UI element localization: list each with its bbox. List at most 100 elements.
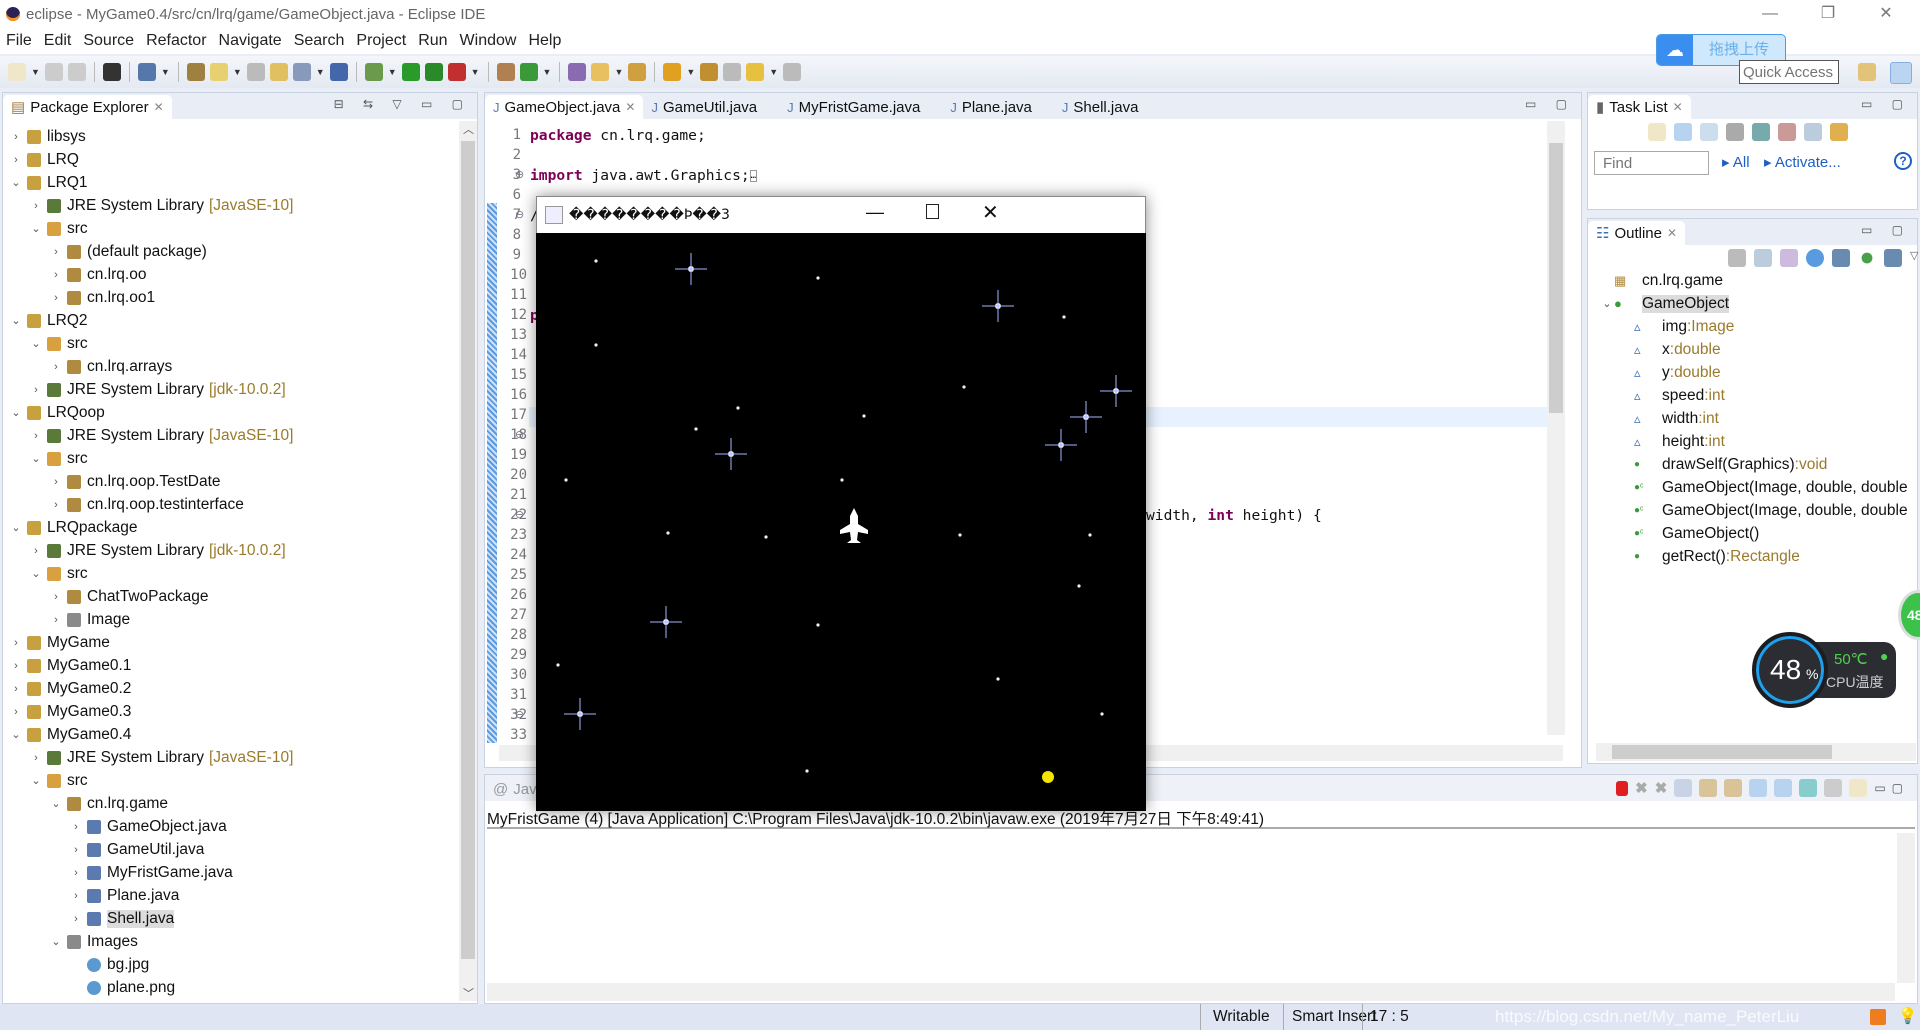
chevron-right-icon[interactable]: › xyxy=(29,384,43,396)
tree-item[interactable]: › MyGame xyxy=(9,631,110,654)
tree-item[interactable]: › Shell.java xyxy=(69,907,175,930)
outline-horizontal-scrollbar[interactable] xyxy=(1596,743,1916,761)
show-whitespace-icon[interactable] xyxy=(292,63,311,81)
rss-icon[interactable] xyxy=(1870,1009,1886,1025)
menu-navigate[interactable]: Navigate xyxy=(219,32,282,50)
tab-shell[interactable]: J Shell.java xyxy=(1054,95,1147,119)
dropdown-arrow-icon[interactable]: ▼ xyxy=(686,67,695,77)
view-menu-icon[interactable]: ▽ xyxy=(1910,249,1918,267)
tree-item[interactable]: › ChatTwoPackage xyxy=(49,585,208,608)
outline-item[interactable]: ▵ width : int xyxy=(1634,407,1719,430)
chevron-down-icon[interactable]: ⌄ xyxy=(49,797,63,810)
menu-run[interactable]: Run xyxy=(418,32,447,50)
tree-item[interactable]: ⌄ src xyxy=(29,562,87,585)
close-tab-icon[interactable]: ✕ xyxy=(154,100,164,114)
toggle-block-selection-icon[interactable] xyxy=(246,63,265,81)
chevron-down-icon[interactable]: ⌄ xyxy=(1600,297,1614,310)
dropdown-arrow-icon[interactable]: ▼ xyxy=(316,67,325,77)
tree-item[interactable]: › (default package) xyxy=(49,240,207,263)
tab-myfristgame[interactable]: J MyFristGame.java xyxy=(779,95,928,119)
chevron-right-icon[interactable]: › xyxy=(49,591,63,603)
focus-icon[interactable] xyxy=(1726,123,1744,141)
chevron-down-icon[interactable]: ⌄ xyxy=(29,452,43,465)
chevron-right-icon[interactable]: › xyxy=(49,499,63,511)
tree-item[interactable]: › JRE System Library [jdk-10.0.2] xyxy=(29,378,285,401)
coverage-icon[interactable] xyxy=(424,63,443,81)
tree-item[interactable]: plane.png xyxy=(69,976,175,999)
tree-item[interactable]: › MyGame0.3 xyxy=(9,700,131,723)
lightbulb-icon[interactable]: 💡 xyxy=(1898,1007,1917,1026)
dropdown-arrow-icon[interactable]: ▼ xyxy=(388,67,397,77)
editor-minimize-maximize-icon[interactable]: ▭ ▢ xyxy=(1525,97,1575,111)
editor-vertical-scrollbar[interactable] xyxy=(1547,121,1565,735)
chevron-right-icon[interactable]: › xyxy=(69,890,83,902)
tree-item[interactable]: › JRE System Library [JavaSE-10] xyxy=(29,746,293,769)
scheduled-icon[interactable] xyxy=(1700,123,1718,141)
collapse-fold-icon[interactable]: ⊖ xyxy=(515,508,524,521)
java-perspective-icon[interactable] xyxy=(1890,62,1912,84)
tab-plane[interactable]: J Plane.java xyxy=(942,95,1040,119)
chevron-right-icon[interactable]: › xyxy=(9,683,23,695)
new-task-icon[interactable] xyxy=(1648,123,1666,141)
chevron-down-icon[interactable]: ⌄ xyxy=(9,728,23,741)
game-minimize-button[interactable]: — xyxy=(866,202,884,223)
dropdown-arrow-icon[interactable]: ▼ xyxy=(614,67,623,77)
menu-help[interactable]: Help xyxy=(528,32,561,50)
hide-fields-icon[interactable] xyxy=(1806,249,1824,267)
chevron-right-icon[interactable]: › xyxy=(69,913,83,925)
tree-item[interactable]: › libsys xyxy=(9,125,86,148)
tab-task-list[interactable]: ▮ Task List ✕ xyxy=(1588,95,1691,119)
close-button[interactable]: ✕ xyxy=(1866,2,1906,26)
open-perspective-icon[interactable] xyxy=(1858,63,1876,81)
menu-project[interactable]: Project xyxy=(356,32,406,50)
outline-item[interactable]: ▵ x : double xyxy=(1634,338,1721,361)
chevron-right-icon[interactable]: › xyxy=(49,614,63,626)
chevron-down-icon[interactable]: ⌄ xyxy=(9,176,23,189)
synchronize-icon[interactable] xyxy=(1830,123,1848,141)
hide-static-icon[interactable] xyxy=(1832,249,1850,267)
tree-item[interactable]: ⌄ cn.lrq.game xyxy=(49,792,168,815)
collapse-fold-icon[interactable]: ⊖ xyxy=(515,208,524,221)
console-minimize-maximize-icon[interactable]: ▭▢ xyxy=(1874,781,1909,795)
tree-item[interactable]: ⌄ src xyxy=(29,769,87,792)
chevron-down-icon[interactable]: ⌄ xyxy=(9,314,23,327)
collapse-all-icon[interactable] xyxy=(1754,249,1772,267)
game-maximize-button[interactable] xyxy=(926,204,939,219)
dropdown-arrow-icon[interactable]: ▼ xyxy=(471,67,480,77)
clear-console-icon[interactable] xyxy=(1674,779,1693,797)
tab-gameutil[interactable]: J GameUtil.java xyxy=(643,95,765,119)
chevron-down-icon[interactable]: ⌄ xyxy=(49,935,63,948)
menu-source[interactable]: Source xyxy=(83,32,134,50)
dropdown-arrow-icon[interactable]: ▼ xyxy=(543,67,552,77)
close-tab-icon[interactable]: ✕ xyxy=(1667,226,1677,240)
tree-item[interactable]: › LRQ xyxy=(9,148,79,171)
outline-item[interactable]: ▵ height : int xyxy=(1634,430,1725,453)
outline-item[interactable]: ●ᶜ GameObject() xyxy=(1634,522,1759,545)
menu-search[interactable]: Search xyxy=(294,32,345,50)
dropdown-arrow-icon[interactable]: ▼ xyxy=(31,67,40,77)
dropdown-arrow-icon[interactable]: ▼ xyxy=(233,67,242,77)
outline-item[interactable]: ●ᶜ GameObject(Image, double, double xyxy=(1634,499,1908,522)
hide-nonassigned-icon[interactable] xyxy=(1778,123,1796,141)
tree-item[interactable]: ⌄ LRQoop xyxy=(9,401,104,424)
pin-console-icon[interactable] xyxy=(1799,779,1818,797)
close-tab-icon[interactable]: ✕ xyxy=(1673,100,1683,114)
menu-refactor[interactable]: Refactor xyxy=(146,32,206,50)
chevron-right-icon[interactable]: › xyxy=(9,637,23,649)
show-on-stderr-icon[interactable] xyxy=(1774,779,1793,797)
remove-launch-icon[interactable]: ✖ xyxy=(1635,779,1648,797)
back-history-icon[interactable] xyxy=(723,63,742,81)
chevron-down-icon[interactable]: ⌄ xyxy=(9,406,23,419)
tree-item[interactable]: ⌄ LRQpackage xyxy=(9,516,137,539)
tree-item[interactable]: › cn.lrq.oo1 xyxy=(49,286,155,309)
task-find-input[interactable] xyxy=(1594,151,1709,175)
tree-item[interactable]: › cn.lrq.oop.testinterface xyxy=(49,493,244,516)
outline-item[interactable]: ⌄ ● GameObject xyxy=(1600,292,1730,315)
focus-icon[interactable] xyxy=(1728,249,1746,267)
scroll-thumb[interactable] xyxy=(1612,745,1832,759)
outline-item[interactable]: ● getRect() : Rectangle xyxy=(1634,545,1800,568)
chevron-right-icon[interactable]: › xyxy=(49,476,63,488)
task-list-minimize-maximize-icon[interactable]: ▭ ▢ xyxy=(1861,97,1911,111)
debug-icon[interactable] xyxy=(364,63,383,81)
open-task-icon[interactable] xyxy=(591,63,610,81)
